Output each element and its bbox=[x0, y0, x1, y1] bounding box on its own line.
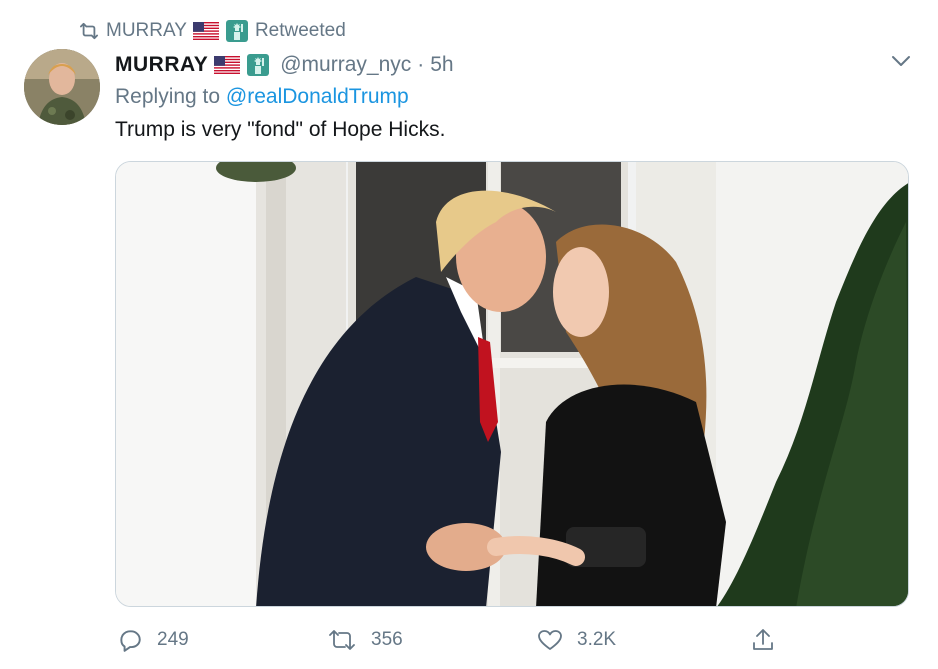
retweet-banner: MURRAY Retweeted bbox=[78, 18, 346, 44]
like-count: 3.2K bbox=[577, 629, 617, 650]
retweet-count: 356 bbox=[371, 629, 403, 650]
display-name[interactable]: MURRAY bbox=[115, 53, 208, 77]
retweet-icon bbox=[78, 22, 100, 40]
avatar[interactable] bbox=[24, 49, 100, 125]
mention-link[interactable]: @realDonaldTrump bbox=[226, 85, 409, 108]
tweet-header: MURRAY @murray_nyc · 5h bbox=[115, 50, 454, 80]
timestamp[interactable]: 5h bbox=[430, 53, 453, 77]
statue-of-liberty-icon bbox=[246, 53, 270, 77]
retweet-button[interactable]: 356 bbox=[327, 622, 403, 658]
reply-count: 249 bbox=[157, 629, 189, 650]
retweeter-name[interactable]: MURRAY bbox=[106, 20, 187, 42]
share-button[interactable] bbox=[751, 622, 775, 658]
replying-prefix: Replying to bbox=[115, 85, 226, 108]
us-flag-icon bbox=[214, 56, 241, 74]
replying-to: Replying to @realDonaldTrump bbox=[115, 85, 409, 109]
share-icon bbox=[751, 627, 775, 653]
reply-icon bbox=[117, 627, 143, 653]
heart-icon bbox=[537, 628, 563, 652]
tweet-photo[interactable] bbox=[115, 161, 909, 607]
reply-button[interactable]: 249 bbox=[117, 622, 189, 658]
handle[interactable]: @murray_nyc bbox=[280, 53, 411, 77]
us-flag-icon bbox=[192, 22, 219, 40]
separator: · bbox=[417, 53, 425, 76]
retweeted-label: Retweeted bbox=[254, 20, 346, 41]
like-button[interactable]: 3.2K bbox=[537, 622, 616, 658]
tweet-text: Trump is very "fond" of Hope Hicks. bbox=[115, 118, 446, 141]
statue-of-liberty-icon bbox=[225, 19, 249, 43]
retweet-icon bbox=[327, 628, 357, 652]
chevron-down-icon[interactable] bbox=[890, 52, 912, 70]
tweet-actions: 249 356 3.2K bbox=[115, 622, 909, 658]
